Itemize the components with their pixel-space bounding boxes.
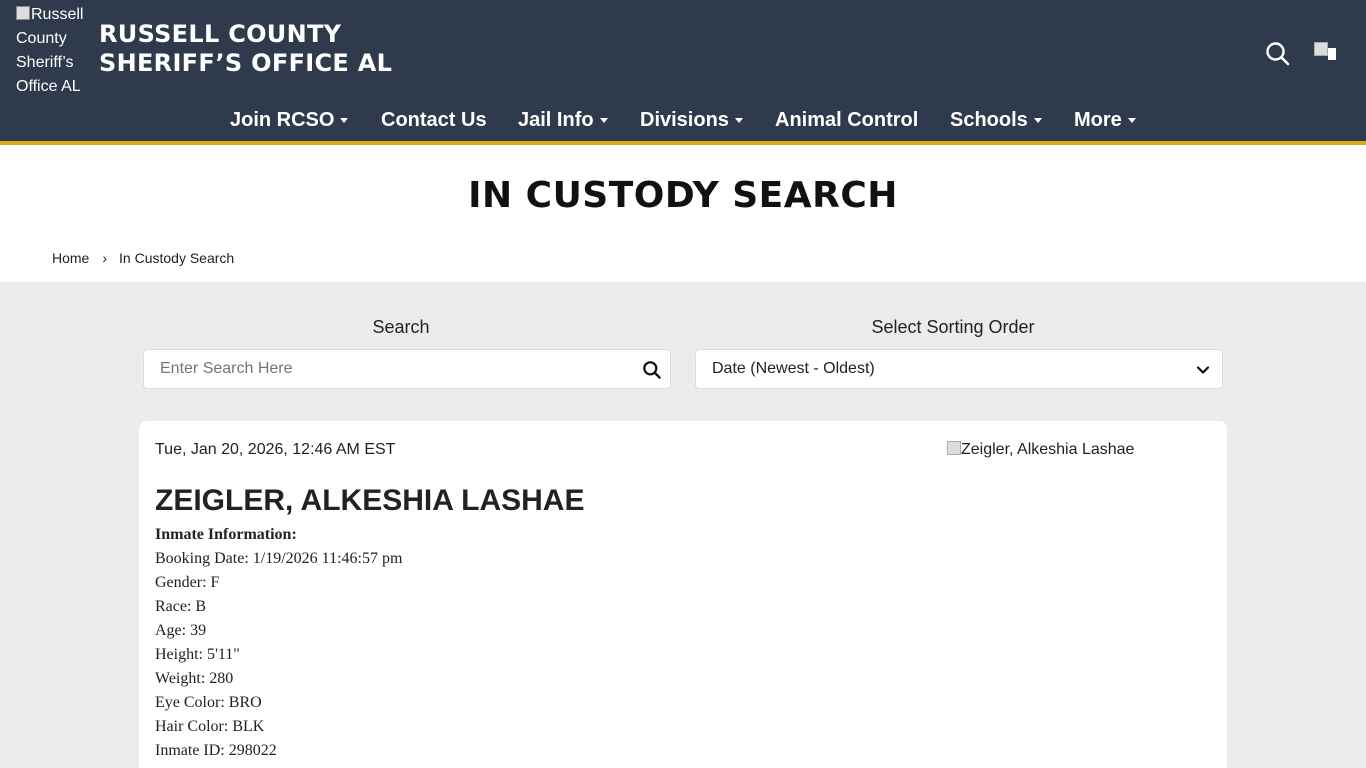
caret-down-icon: [1033, 118, 1042, 123]
search-field: [143, 349, 671, 389]
nav-item-animal-control[interactable]: Animal Control: [775, 104, 918, 136]
search-icon: [1266, 42, 1290, 66]
breadcrumb-separator: ›: [102, 250, 108, 266]
nav-item-schools[interactable]: Schools: [950, 104, 1042, 136]
breadcrumb: Home › In Custody Search: [52, 249, 234, 267]
inmate-field-race: Race: B: [155, 598, 207, 615]
chevron-down-icon: [1196, 366, 1210, 374]
inmate-field-height: Height: 5'11": [155, 646, 240, 663]
inmate-info-header: Inmate Information:: [155, 526, 297, 543]
inmate-field-eye-color: Eye Color: BRO: [155, 694, 262, 711]
inmate-field-hair-color: Hair Color: BLK: [155, 718, 265, 735]
inmate-info: Inmate Information: Booking Date: 1/19/2…: [155, 523, 402, 763]
broken-image-icon: [1314, 42, 1328, 56]
caret-down-icon: [340, 118, 349, 123]
broken-image-icon: [16, 6, 30, 20]
inmate-booking-timestamp: Tue, Jan 20, 2026, 12:46 AM EST: [155, 441, 396, 458]
page-title: IN CUSTODY SEARCH: [468, 175, 898, 216]
search-submit-button[interactable]: [642, 360, 662, 380]
broken-image-icon: [947, 441, 961, 455]
sort-order-select[interactable]: Date (Newest - Oldest): [695, 349, 1223, 389]
inmate-field-booking-date: Booking Date: 1/19/2026 11:46:57 pm: [155, 550, 403, 567]
inmate-field-gender: Gender: F: [155, 574, 220, 591]
header-search-button[interactable]: [1264, 40, 1292, 68]
inmate-field-age: Age: 39: [155, 622, 207, 639]
site-header: Russell County Sheriff’s Office AL RUSSE…: [0, 0, 1366, 141]
breadcrumb-home-link[interactable]: Home: [52, 250, 89, 266]
caret-down-icon: [599, 118, 608, 123]
inmate-field-id: Inmate ID: 298022: [155, 742, 277, 759]
caret-down-icon: [734, 118, 743, 123]
nav-item-more[interactable]: More: [1074, 104, 1136, 136]
inmate-photo: Zeigler, Alkeshia Lashae: [947, 440, 1134, 460]
sort-label: Select Sorting Order: [871, 317, 1035, 337]
site-title[interactable]: RUSSELL COUNTY SHERIFF’S OFFICE AL: [99, 20, 392, 78]
site-title-line2: SHERIFF’S OFFICE AL: [99, 49, 393, 77]
nav-item-contact-us[interactable]: Contact Us: [381, 104, 487, 136]
nav-item-divisions[interactable]: Divisions: [640, 104, 743, 136]
sort-order-value: Date (Newest - Oldest): [712, 360, 875, 377]
caret-down-icon: [1127, 118, 1136, 123]
inmate-name[interactable]: ZEIGLER, ALKESHIA LASHAE: [155, 483, 584, 519]
search-input[interactable]: [144, 350, 624, 388]
inmate-field-weight: Weight: 280: [155, 670, 234, 687]
site-logo[interactable]: Russell County Sheriff’s Office AL: [16, 3, 98, 99]
inmate-photo-alt: Zeigler, Alkeshia Lashae: [961, 441, 1135, 458]
nav-item-join-rcso[interactable]: Join RCSO: [230, 104, 349, 136]
main-nav: Join RCSO Contact Us Jail Info Divisions…: [0, 104, 1366, 136]
breadcrumb-current: In Custody Search: [119, 250, 235, 266]
flag-icon[interactable]: [1314, 42, 1338, 64]
search-icon: [643, 361, 661, 379]
nav-item-jail-info[interactable]: Jail Info: [518, 104, 608, 136]
site-title-line1: RUSSELL COUNTY: [99, 20, 342, 48]
inmate-card: Tue, Jan 20, 2026, 12:46 AM EST Zeigler,…: [139, 421, 1227, 768]
search-label: Search: [372, 317, 430, 337]
